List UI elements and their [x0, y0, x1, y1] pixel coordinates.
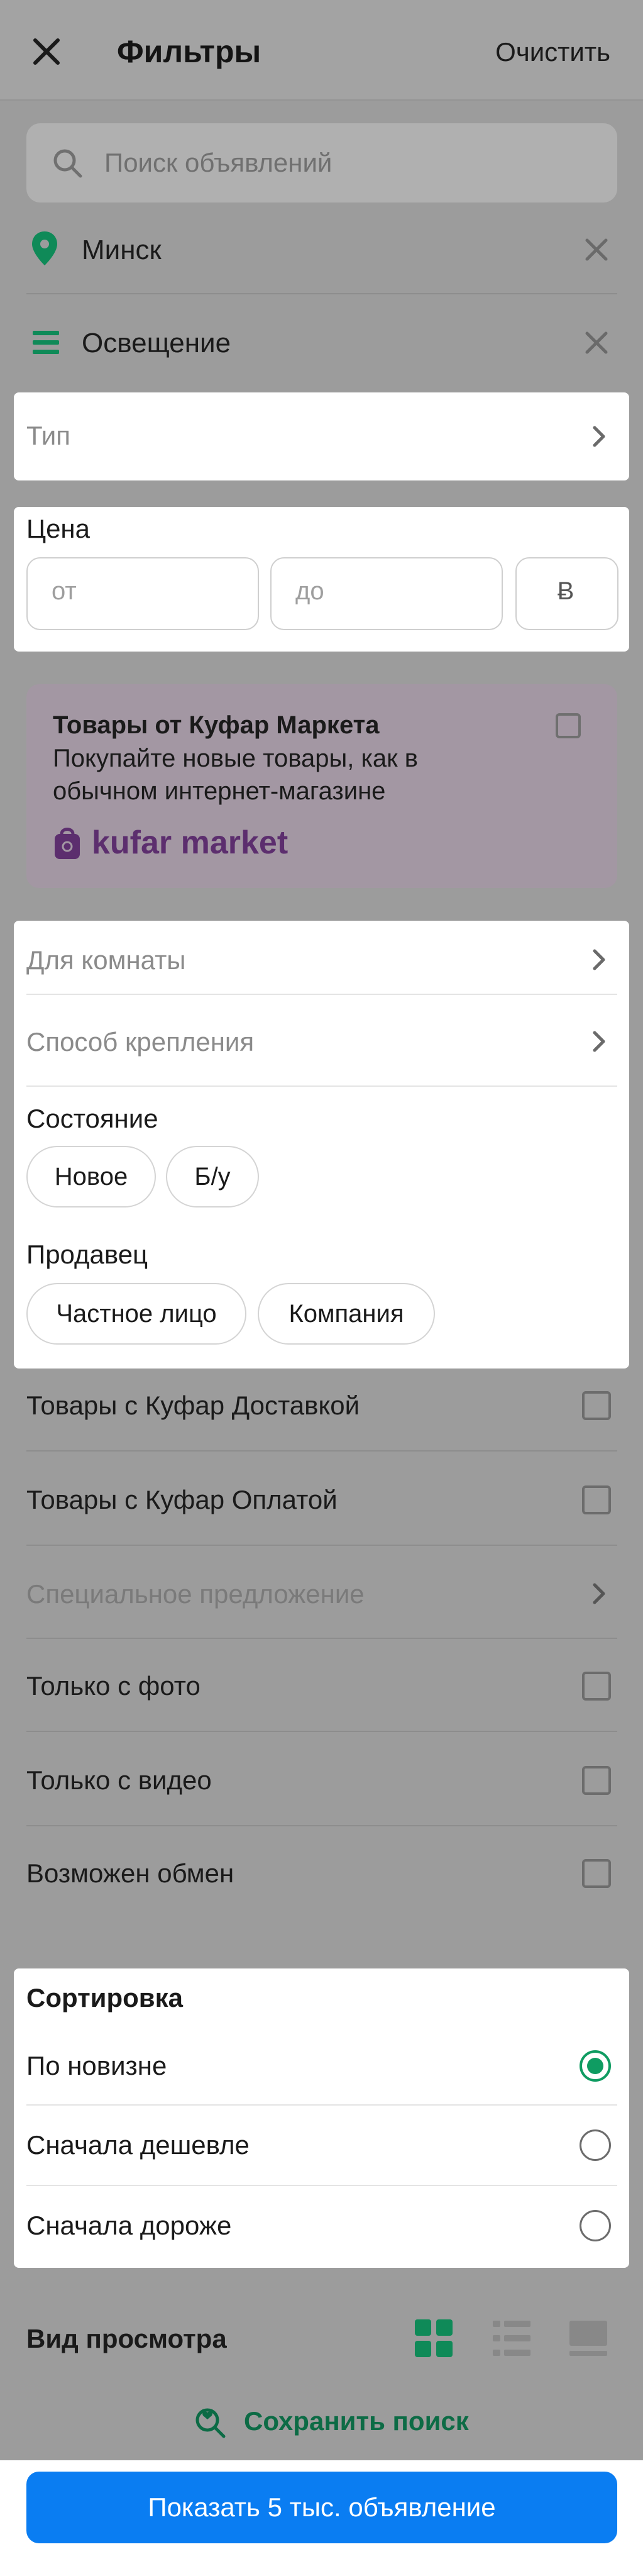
- chevron-right-icon: [590, 424, 608, 449]
- sort-label: Сортировка: [26, 1983, 183, 2012]
- category-value[interactable]: Освещение: [82, 327, 231, 360]
- sort-expensive-radio[interactable]: [580, 2210, 611, 2241]
- clear-location-icon[interactable]: [582, 235, 611, 264]
- condition-used-chip[interactable]: Б/у: [166, 1146, 259, 1208]
- seller-private-chip[interactable]: Частное лицо: [26, 1283, 246, 1345]
- promo-description: Покупайте новые товары, как в обычном ин…: [53, 745, 418, 805]
- list-view-icon[interactable]: [492, 2318, 532, 2358]
- shopping-bag-icon: [53, 824, 82, 860]
- map-pin-icon: [30, 230, 59, 267]
- price-label: Цена: [26, 514, 90, 543]
- list-icon: [31, 330, 60, 356]
- save-search-link[interactable]: Сохранить поиск: [244, 2405, 469, 2438]
- divider: [26, 1085, 617, 1087]
- chevron-right-icon: [590, 1581, 608, 1606]
- price-to-input[interactable]: до: [270, 557, 503, 630]
- chevron-right-icon: [590, 947, 608, 972]
- promo-title: Товары от Куфар Маркета: [53, 711, 380, 739]
- price-to-placeholder: до: [295, 577, 324, 605]
- divider: [26, 1450, 617, 1452]
- search-placeholder: Поиск объявлений: [104, 148, 332, 177]
- search-icon: [52, 147, 83, 179]
- seller-company-chip[interactable]: Компания: [258, 1283, 435, 1345]
- chevron-right-icon: [590, 1029, 608, 1054]
- show-results-button[interactable]: Показать 5 тыс. объявление: [26, 2472, 617, 2543]
- divider: [26, 1825, 617, 1826]
- price-section: Цена от до Ƀ: [14, 507, 629, 652]
- room-label[interactable]: Для комнаты: [26, 945, 186, 976]
- kufar-market-logo: kufar market: [92, 824, 289, 861]
- condition-new-chip[interactable]: Новое: [26, 1146, 156, 1208]
- delivery-checkbox[interactable]: [582, 1391, 611, 1420]
- currency-symbol: Ƀ: [557, 577, 574, 605]
- sort-option-expensive[interactable]: Сначала дороже: [26, 2210, 231, 2241]
- condition-label: Состояние: [26, 1104, 158, 1133]
- video-checkbox[interactable]: [582, 1766, 611, 1795]
- gallery-view-icon[interactable]: [568, 2318, 608, 2358]
- photo-toggle-label: Только с фото: [26, 1671, 201, 1701]
- divider: [26, 2185, 617, 2186]
- close-icon[interactable]: [28, 33, 65, 70]
- clear-category-icon[interactable]: [582, 328, 611, 357]
- view-mode-label: Вид просмотра: [26, 2324, 227, 2353]
- seller-label: Продавец: [26, 1240, 148, 1269]
- sort-cheaper-radio[interactable]: [580, 2129, 611, 2161]
- page-title: Фильтры: [117, 34, 261, 69]
- price-from-placeholder: от: [52, 577, 77, 605]
- divider: [26, 2104, 617, 2106]
- sort-section: Сортировка По новизне Сначала дешевле Сн…: [14, 1968, 629, 2268]
- payment-checkbox[interactable]: [582, 1485, 611, 1514]
- divider: [26, 1638, 617, 1639]
- sort-option-cheaper[interactable]: Сначала дешевле: [26, 2129, 250, 2161]
- payment-toggle-label: Товары с Куфар Оплатой: [26, 1485, 338, 1514]
- photo-checkbox[interactable]: [582, 1672, 611, 1701]
- mount-label[interactable]: Способ крепления: [26, 1026, 254, 1058]
- special-offer-label[interactable]: Специальное предложение: [26, 1579, 365, 1610]
- divider: [26, 1731, 617, 1732]
- exchange-checkbox[interactable]: [582, 1859, 611, 1888]
- divider: [26, 994, 617, 995]
- search-input[interactable]: Поиск объявлений: [26, 123, 617, 203]
- grid-view-icon[interactable]: [414, 2318, 454, 2358]
- divider: [26, 1545, 617, 1546]
- exchange-toggle-label: Возможен обмен: [26, 1858, 234, 1888]
- price-from-input[interactable]: от: [26, 557, 259, 630]
- divider: [26, 293, 617, 294]
- clear-button[interactable]: Очистить: [495, 35, 610, 69]
- type-label: Тип: [26, 421, 71, 450]
- type-row[interactable]: Тип: [14, 392, 629, 480]
- video-toggle-label: Только с видео: [26, 1765, 212, 1795]
- promo-checkbox[interactable]: [556, 713, 581, 738]
- sort-option-newest[interactable]: По новизне: [26, 2050, 167, 2082]
- filters-section: Для комнаты Способ крепления Состояние Н…: [14, 921, 629, 1368]
- sort-newest-radio[interactable]: [580, 2050, 611, 2082]
- save-search-icon[interactable]: [192, 2405, 228, 2440]
- kufar-market-promo[interactable]: Товары от Куфар Маркета Покупайте новые …: [26, 684, 617, 888]
- location-value[interactable]: Минск: [82, 234, 162, 267]
- currency-button[interactable]: Ƀ: [515, 557, 618, 630]
- delivery-toggle-label: Товары с Куфар Доставкой: [26, 1391, 360, 1420]
